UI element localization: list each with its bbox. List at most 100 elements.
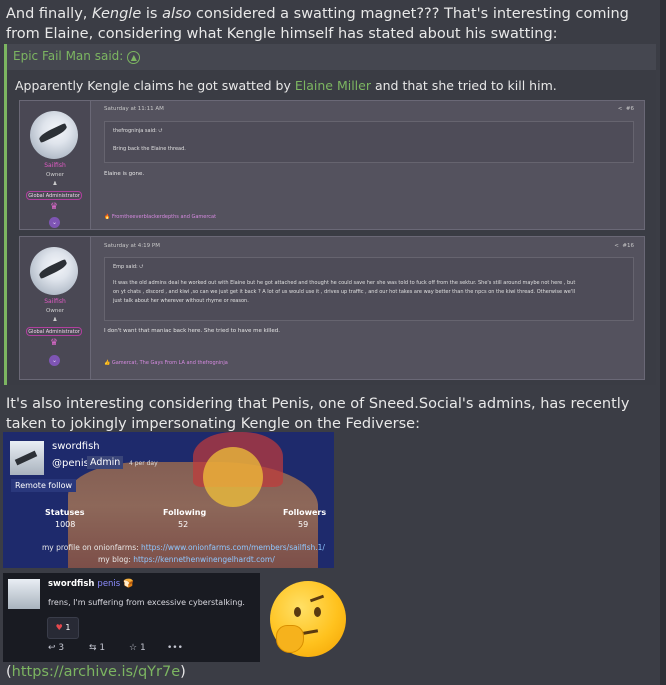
post-role: Owner xyxy=(46,308,64,314)
admin-badge: Global Administrator xyxy=(26,327,82,336)
post-username[interactable]: Sailfish xyxy=(20,162,90,169)
post-author[interactable]: swordfish penis 🍞 xyxy=(48,579,134,589)
post-num[interactable]: #16 xyxy=(622,243,634,249)
admin-badge: Admin xyxy=(87,456,124,469)
emoji-eye xyxy=(314,607,321,617)
emoji-eye xyxy=(294,607,301,617)
crown-icon: ♛ xyxy=(50,338,59,348)
intro-also: also xyxy=(162,6,192,22)
quote-text: Apparently Kengle claims he got swatted … xyxy=(15,78,557,93)
link-url[interactable]: https://www.onionfarms.com/members/sailf… xyxy=(141,543,325,552)
followers-label[interactable]: Followers xyxy=(283,508,326,517)
quote-link-name[interactable]: Elaine Miller xyxy=(295,78,371,93)
nested-quote-text: just talk about her wherever without rhy… xyxy=(113,298,249,304)
emoji-hand xyxy=(276,625,304,653)
heart-icon: ♥ xyxy=(55,623,63,632)
archive-link[interactable]: https://archive.is/qYr7e xyxy=(12,664,180,680)
fediverse-post: swordfish penis 🍞 frens, I'm suffering f… xyxy=(3,573,260,662)
quote-author[interactable]: Epic Fail Man said: xyxy=(13,49,123,63)
post-timestamp[interactable]: Saturday at 11:11 AM xyxy=(104,106,164,112)
post-num[interactable]: #6 xyxy=(626,106,634,112)
quote-body: Apparently Kengle claims he got swatted … xyxy=(7,70,656,385)
favourite-count: 1 xyxy=(139,643,146,653)
boost-button[interactable]: ⇆ 1 xyxy=(89,643,105,653)
remote-follow-button[interactable]: Remote follow xyxy=(11,479,77,492)
link-label: my blog: xyxy=(98,555,134,564)
profile-handle[interactable]: @penis xyxy=(52,458,89,469)
profile-display-name[interactable]: swordfish xyxy=(52,441,100,452)
nested-quote-author[interactable]: thefrogninja said: ⮍ xyxy=(113,128,162,136)
boost-icon: ⇆ xyxy=(89,643,97,653)
link-label: my profile on onionfarms: xyxy=(42,543,142,552)
avatar[interactable] xyxy=(10,441,44,475)
reaction-users[interactable]: Fromtheeverblackerdepths and Gamercat xyxy=(112,214,216,220)
more-options-button[interactable]: ••• xyxy=(167,643,183,653)
post-number[interactable]: < #6 xyxy=(618,106,634,112)
post-text: frens, I'm suffering from excessive cybe… xyxy=(48,598,245,607)
share-icon[interactable]: < xyxy=(614,243,619,249)
post-text: I don't want that maniac back here. She … xyxy=(104,328,280,334)
emoji-brow xyxy=(309,594,325,603)
arrow-up-icon[interactable]: ⮍ xyxy=(158,128,162,134)
arrow-up-icon[interactable]: ▲ xyxy=(127,51,141,64)
quote-header[interactable]: Epic Fail Man said: ▲ xyxy=(13,49,141,64)
scrollbar[interactable] xyxy=(660,0,666,685)
forum-post: Sailfish Owner ♟ Global Administrator ♛ … xyxy=(19,100,645,230)
fediverse-profile-card: swordfish @penis Admin 4 per day Remote … xyxy=(3,432,334,568)
nested-quote-author[interactable]: Emp said: ⮍ xyxy=(113,264,143,272)
statuses-count: 1008 xyxy=(55,520,76,529)
chevron-down-icon[interactable]: ⌄ xyxy=(49,355,60,366)
favourite-button[interactable]: ☆ 1 xyxy=(129,643,146,653)
archive-link-line: (https://archive.is/qYr7e) xyxy=(6,664,186,680)
paren: ) xyxy=(180,664,186,680)
reactions[interactable]: 👍 Gamercat, The Gays From LA and thefrog… xyxy=(104,360,228,366)
author-name[interactable]: swordfish xyxy=(48,579,94,589)
intro-text: And finally, xyxy=(6,6,92,22)
boost-count: 1 xyxy=(99,643,106,653)
reply-icon: ↩ xyxy=(48,643,56,653)
like-count: 1 xyxy=(65,623,71,632)
following-count: 52 xyxy=(178,520,189,529)
arrow-up-icon[interactable]: ⮍ xyxy=(139,264,143,270)
nested-author[interactable]: Emp said: xyxy=(113,264,138,270)
nested-quote-text: It was the old admins deal he worked out… xyxy=(113,280,576,286)
reaction-users[interactable]: Gamercat, The Gays From LA and thefrogni… xyxy=(112,360,228,366)
person-icon: ♟ xyxy=(52,317,58,323)
nested-author[interactable]: thefrogninja said: xyxy=(113,128,157,134)
intro-text: is xyxy=(141,6,163,22)
star-icon: ☆ xyxy=(129,643,138,653)
avatar[interactable] xyxy=(8,579,40,609)
quote-block: Epic Fail Man said: ▲ Apparently Kengle c… xyxy=(4,44,656,385)
reaction-icon: 👍 xyxy=(104,360,111,366)
thinking-face-icon xyxy=(270,581,346,657)
profile-link-onionfarms: my profile on onionfarms: https://www.on… xyxy=(42,543,325,552)
post-frequency: 4 per day xyxy=(129,460,158,467)
post-text: Elaine is gone. xyxy=(104,171,145,177)
author-handle[interactable]: penis xyxy=(97,579,120,589)
post-number[interactable]: < #16 xyxy=(614,243,634,249)
crown-icon: ♛ xyxy=(50,202,59,212)
post-username[interactable]: Sailfish xyxy=(20,298,90,305)
nested-quote: thefrogninja said: ⮍ Bring back the Elai… xyxy=(104,121,634,163)
nested-quote: Emp said: ⮍ It was the old admins deal h… xyxy=(104,257,634,321)
profile-banner-head xyxy=(203,447,263,507)
avatar[interactable] xyxy=(30,111,78,159)
quote-text-part: and that she tried to kill him. xyxy=(370,78,557,93)
following-label[interactable]: Following xyxy=(163,508,206,517)
body-paragraph: It's also interesting considering that P… xyxy=(6,396,630,432)
followers-count: 59 xyxy=(298,520,309,529)
bread-icon: 🍞 xyxy=(123,579,134,589)
reaction-icon: 🔥 xyxy=(104,214,111,220)
reactions[interactable]: 🔥 Fromtheeverblackerdepths and Gamercat xyxy=(104,214,216,220)
post-sidebar: Sailfish Owner ♟ Global Administrator ♛ … xyxy=(20,101,91,229)
reply-button[interactable]: ↩ 3 xyxy=(48,643,64,653)
like-reaction[interactable]: ♥ 1 xyxy=(47,617,79,639)
reply-count: 3 xyxy=(58,643,65,653)
chevron-down-icon[interactable]: ⌄ xyxy=(49,217,60,228)
avatar[interactable] xyxy=(30,247,78,295)
intro-paragraph: And finally, Kengle is also considered a… xyxy=(6,4,658,44)
statuses-label[interactable]: Statuses xyxy=(45,508,84,517)
share-icon[interactable]: < xyxy=(618,106,623,112)
post-timestamp[interactable]: Saturday at 4:19 PM xyxy=(104,243,160,249)
link-url[interactable]: https://kennethenwinengelhardt.com/ xyxy=(133,555,275,564)
